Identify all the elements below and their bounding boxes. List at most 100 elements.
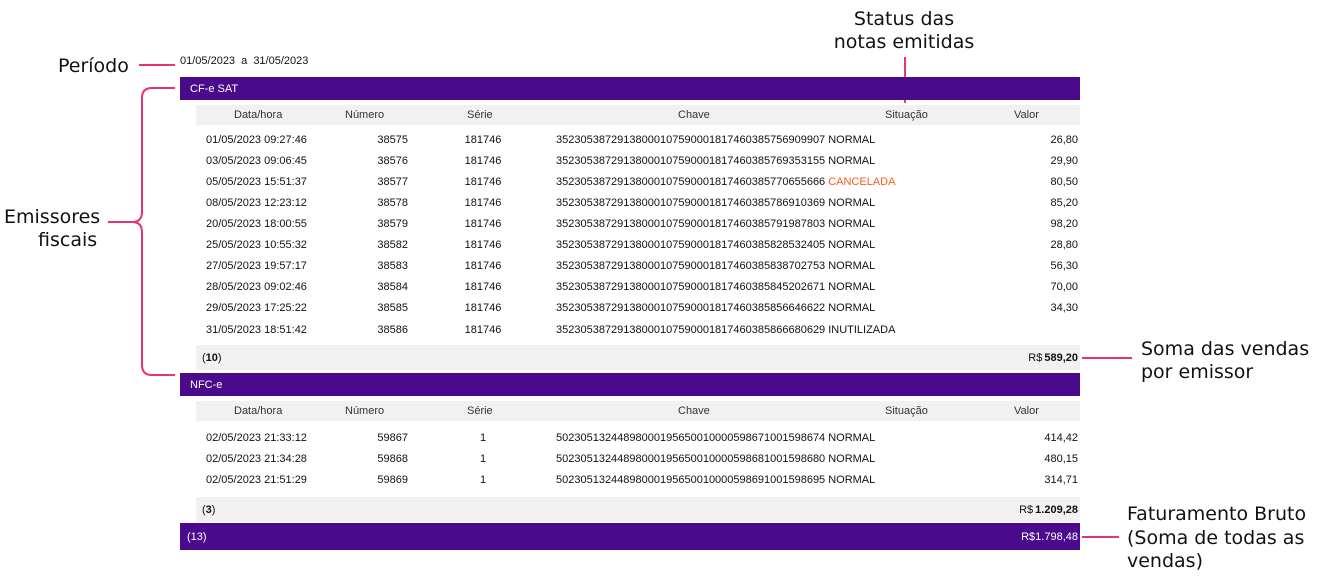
col-header-date: Data/hora (234, 405, 283, 417)
table-row: 31/05/2023 18:51:42 38586 181746 3523053872… (196, 319, 1080, 340)
annotation-emissores-line2: fiscais (38, 229, 98, 251)
cell-status: NORMAL (828, 473, 876, 486)
cell-key: 5023051324489800019565001000059869100159… (556, 473, 826, 486)
period-separator: a (241, 55, 248, 67)
col-header-key: Chave (678, 109, 710, 121)
cell-date: 05/05/2023 15:51:37 (206, 175, 307, 188)
cell-number: 38584 (377, 280, 408, 293)
cell-series: 181746 (464, 259, 502, 272)
cell-status: INUTILIZADA (828, 323, 896, 336)
cell-date: 02/05/2023 21:33:12 (206, 431, 307, 444)
cell-key-status: 3523053872913800010759000181746038582853… (556, 239, 875, 251)
cell-value: 80,50 (1050, 175, 1078, 188)
cell-series: 181746 (464, 133, 502, 146)
period-range: 01/05/2023 a 31/05/2023 (180, 55, 308, 67)
grand-total-count: (13) (187, 530, 207, 543)
cell-series: 181746 (464, 196, 502, 209)
annotation-faturamento-line1: Faturamento Bruto (1127, 503, 1307, 525)
table-row: 08/05/2023 12:23:12 38578 181746 85,20 35230… (196, 192, 1080, 213)
cell-series: 1 (479, 473, 487, 486)
cell-series: 181746 (464, 323, 502, 336)
annotation-soma-line1: Soma das vendas (1141, 338, 1310, 360)
cell-status: NORMAL (828, 238, 876, 251)
cell-key-status: 3523053872913800010759000181746038585664… (556, 302, 875, 314)
col-header-series: Série (467, 405, 493, 417)
cell-status: NORMAL (828, 259, 876, 272)
cell-key-status: 3523053872913800010759000181746038586668… (556, 324, 895, 336)
cell-key-status: 5023051324489800019565001000059869100159… (556, 474, 875, 486)
cell-number: 38578 (377, 196, 408, 209)
cell-series: 181746 (464, 238, 502, 251)
cell-date: 29/05/2023 17:25:22 (206, 301, 307, 314)
table-header-cfe-sat: Data/hora Número Série Chave Situação Va… (196, 105, 1080, 125)
section-total: R$ 589,20 (1028, 351, 1078, 364)
cell-key: 3523053872913800010759000181746038578691… (556, 196, 826, 209)
table-row: 02/05/2023 21:51:29 59869 1 314,71 502305132… (196, 469, 1080, 490)
table-row: 02/05/2023 21:33:12 59867 1 414,42 502305132… (196, 427, 1080, 448)
cell-key-status: 5023051324489800019565001000059867100159… (556, 432, 875, 444)
cell-value: 85,20 (1050, 196, 1078, 209)
cell-number: 59868 (377, 452, 408, 465)
cell-value: 314,71 (1044, 473, 1078, 486)
cell-key: 3523053872913800010759000181746038577065… (556, 175, 826, 188)
cell-date: 02/05/2023 21:34:28 (206, 452, 307, 465)
cell-key-status: 5023051324489800019565001000059868100159… (556, 453, 875, 465)
table-row: 02/05/2023 21:34:28 59868 1 480,15 502305132… (196, 448, 1080, 469)
col-header-date: Data/hora (234, 109, 283, 121)
section-title: CF-e SAT (190, 82, 239, 95)
cell-status: NORMAL (828, 154, 876, 167)
cell-value: 34,30 (1050, 301, 1078, 314)
cell-number: 59867 (377, 431, 408, 444)
section-header-nfce: NFC-e (180, 373, 1080, 396)
cell-key-status: 3523053872913800010759000181746038583870… (556, 260, 875, 272)
pointer-line-periodo (139, 64, 175, 66)
annotation-faturamento-line2: (Soma de todas as (1127, 527, 1305, 549)
table-row: 25/05/2023 10:55:32 38582 181746 28,80 35230… (196, 234, 1080, 255)
cell-status: NORMAL (828, 280, 876, 293)
cell-key-status: 3523053872913800010759000181746038575690… (556, 134, 875, 146)
cell-value: 480,15 (1044, 452, 1078, 465)
cell-series: 1 (479, 431, 487, 444)
cell-number: 38585 (377, 301, 408, 314)
cell-key-status: 3523053872913800010759000181746038576935… (556, 155, 875, 167)
period-end: 31/05/2023 (253, 55, 309, 67)
section-count: (10) (202, 351, 222, 364)
col-header-value: Valor (1014, 109, 1039, 121)
table-header-nfce: Data/hora Número Série Chave Situação Va… (196, 401, 1080, 421)
cell-date: 01/05/2023 09:27:46 (206, 133, 307, 146)
cell-status: NORMAL (828, 133, 876, 146)
section-total: R$ 1.209,28 (1019, 503, 1078, 516)
cell-number: 59869 (377, 473, 408, 486)
cell-status: NORMAL (828, 217, 876, 230)
cell-series: 1 (479, 452, 487, 465)
section-count: (3) (202, 503, 216, 516)
cell-value: 56,30 (1050, 259, 1078, 272)
cell-number: 38577 (377, 175, 408, 188)
cell-value: 29,90 (1050, 154, 1078, 167)
col-header-number: Número (345, 109, 385, 121)
col-header-value: Valor (1014, 405, 1039, 417)
cell-key: 3523053872913800010759000181746038575690… (556, 133, 826, 146)
cell-status: NORMAL (828, 431, 876, 444)
section-footer-cfe-sat: (10) R$ 589,20 (196, 345, 1080, 370)
cell-status: CANCELADA (828, 175, 896, 188)
grand-total-value: R$1.798,48 (1021, 530, 1078, 543)
table-row: 01/05/2023 09:27:46 38575 181746 26,80 35230… (196, 129, 1080, 150)
period-start: 01/05/2023 (180, 55, 236, 67)
section-title: NFC-e (190, 378, 223, 391)
table-row: 29/05/2023 17:25:22 38585 181746 34,30 35230… (196, 297, 1080, 318)
cell-series: 181746 (464, 154, 502, 167)
table-row: 05/05/2023 15:51:37 38577 181746 80,50 35230… (196, 171, 1080, 192)
annotation-faturamento-line3: vendas) (1127, 550, 1203, 572)
table-row: 03/05/2023 09:06:45 38576 181746 29,90 35230… (196, 150, 1080, 171)
cell-date: 31/05/2023 18:51:42 (206, 323, 307, 336)
cell-date: 27/05/2023 19:57:17 (206, 259, 307, 272)
cell-status: NORMAL (828, 196, 876, 209)
emissores-brace-icon (108, 87, 175, 376)
cell-value: 70,00 (1050, 280, 1078, 293)
cell-key: 5023051324489800019565001000059867100159… (556, 431, 826, 444)
cell-key: 3523053872913800010759000181746038582853… (556, 238, 826, 251)
col-header-status: Situação (885, 405, 928, 417)
annotation-status-line2: notas emitidas (833, 31, 975, 53)
cell-series: 181746 (464, 175, 502, 188)
